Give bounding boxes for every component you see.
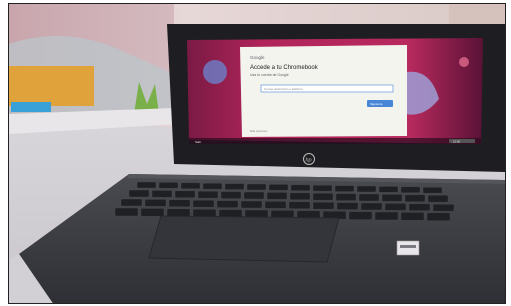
keyboard-key[interactable] xyxy=(358,193,380,202)
keyboard-key[interactable] xyxy=(290,184,311,192)
keyboard-key[interactable] xyxy=(128,189,150,198)
signin-brand: Google xyxy=(250,55,265,60)
keyboard-key[interactable] xyxy=(356,185,377,193)
signin-title: Accede a tu Chromebook xyxy=(250,65,319,71)
keyboard-key[interactable] xyxy=(427,194,449,203)
keyboard-key[interactable] xyxy=(348,211,373,220)
keyboard-key[interactable] xyxy=(168,199,191,208)
laptop-photo: Google Accede a tu Chromebook Usa tu cue… xyxy=(9,4,505,303)
keyboard-key[interactable] xyxy=(268,184,289,191)
keyboard-key[interactable] xyxy=(335,193,357,201)
keyboard-key[interactable] xyxy=(144,199,167,207)
wallpaper-dot xyxy=(459,57,469,67)
hp-logo-text: hp xyxy=(306,158,312,164)
keyboard-key[interactable] xyxy=(400,212,425,221)
keyboard-key[interactable] xyxy=(266,192,288,200)
keyboard-key[interactable] xyxy=(384,203,407,211)
status-time: 12:00 xyxy=(453,140,460,144)
keyboard-key[interactable] xyxy=(422,186,443,194)
keyboard-key[interactable] xyxy=(140,208,165,217)
keyboard-key[interactable] xyxy=(312,192,334,201)
keyboard-key[interactable] xyxy=(289,192,311,201)
keyboard-key[interactable] xyxy=(240,200,263,209)
keyboard-key[interactable] xyxy=(381,194,403,202)
email-placeholder: Correo electrónico o teléfono xyxy=(264,87,303,91)
wallpaper-shape-left xyxy=(203,60,227,84)
chromeos-shelf xyxy=(189,138,481,144)
keyboard-key[interactable] xyxy=(264,201,287,209)
keyboard-key[interactable] xyxy=(197,190,219,199)
keyboard-key[interactable] xyxy=(312,201,335,210)
shelf-exit-button[interactable]: Salir xyxy=(195,140,201,144)
trackpad[interactable] xyxy=(148,215,340,263)
keyboard-key[interactable] xyxy=(288,201,311,210)
keyboard-key[interactable] xyxy=(378,186,399,193)
keyboard-key[interactable] xyxy=(158,182,179,189)
keyboard-key[interactable] xyxy=(404,194,426,203)
keyboard-key[interactable] xyxy=(312,184,333,192)
keyboard-key[interactable] xyxy=(114,207,139,217)
blue-object xyxy=(11,102,51,112)
keyboard-key[interactable] xyxy=(432,203,455,212)
photo-frame: Google Accede a tu Chromebook Usa tu cue… xyxy=(8,3,506,304)
keyboard-key[interactable] xyxy=(224,183,245,190)
keyboard-key[interactable] xyxy=(336,202,359,210)
keyboard-key[interactable] xyxy=(120,198,143,207)
keyboard-key[interactable] xyxy=(246,183,267,191)
keyboard-key[interactable] xyxy=(216,200,239,208)
keyboard-key[interactable] xyxy=(426,212,451,222)
keyboard-key[interactable] xyxy=(334,185,355,192)
more-options-link[interactable]: Más opciones xyxy=(250,129,268,133)
keyboard-key[interactable] xyxy=(166,208,191,218)
keyboard-key[interactable] xyxy=(220,191,242,199)
keyboard-key[interactable] xyxy=(151,190,173,198)
keyboard-key[interactable] xyxy=(192,199,215,208)
keyboard-key[interactable] xyxy=(180,182,201,190)
sticker-mark xyxy=(400,245,416,248)
keyboard-key[interactable] xyxy=(374,211,399,221)
keyboard-key[interactable] xyxy=(360,202,383,211)
keyboard-key[interactable] xyxy=(136,181,157,189)
yellow-chair xyxy=(9,66,94,106)
keyboard-key[interactable] xyxy=(174,190,196,199)
keyboard-key[interactable] xyxy=(202,182,223,190)
keyboard-key[interactable] xyxy=(400,186,421,194)
signin-subtitle: Usa tu cuenta de Google xyxy=(250,73,289,77)
keyboard-key[interactable] xyxy=(243,191,265,200)
next-button-label: Siguiente xyxy=(370,102,383,106)
keyboard-key[interactable] xyxy=(408,203,431,212)
